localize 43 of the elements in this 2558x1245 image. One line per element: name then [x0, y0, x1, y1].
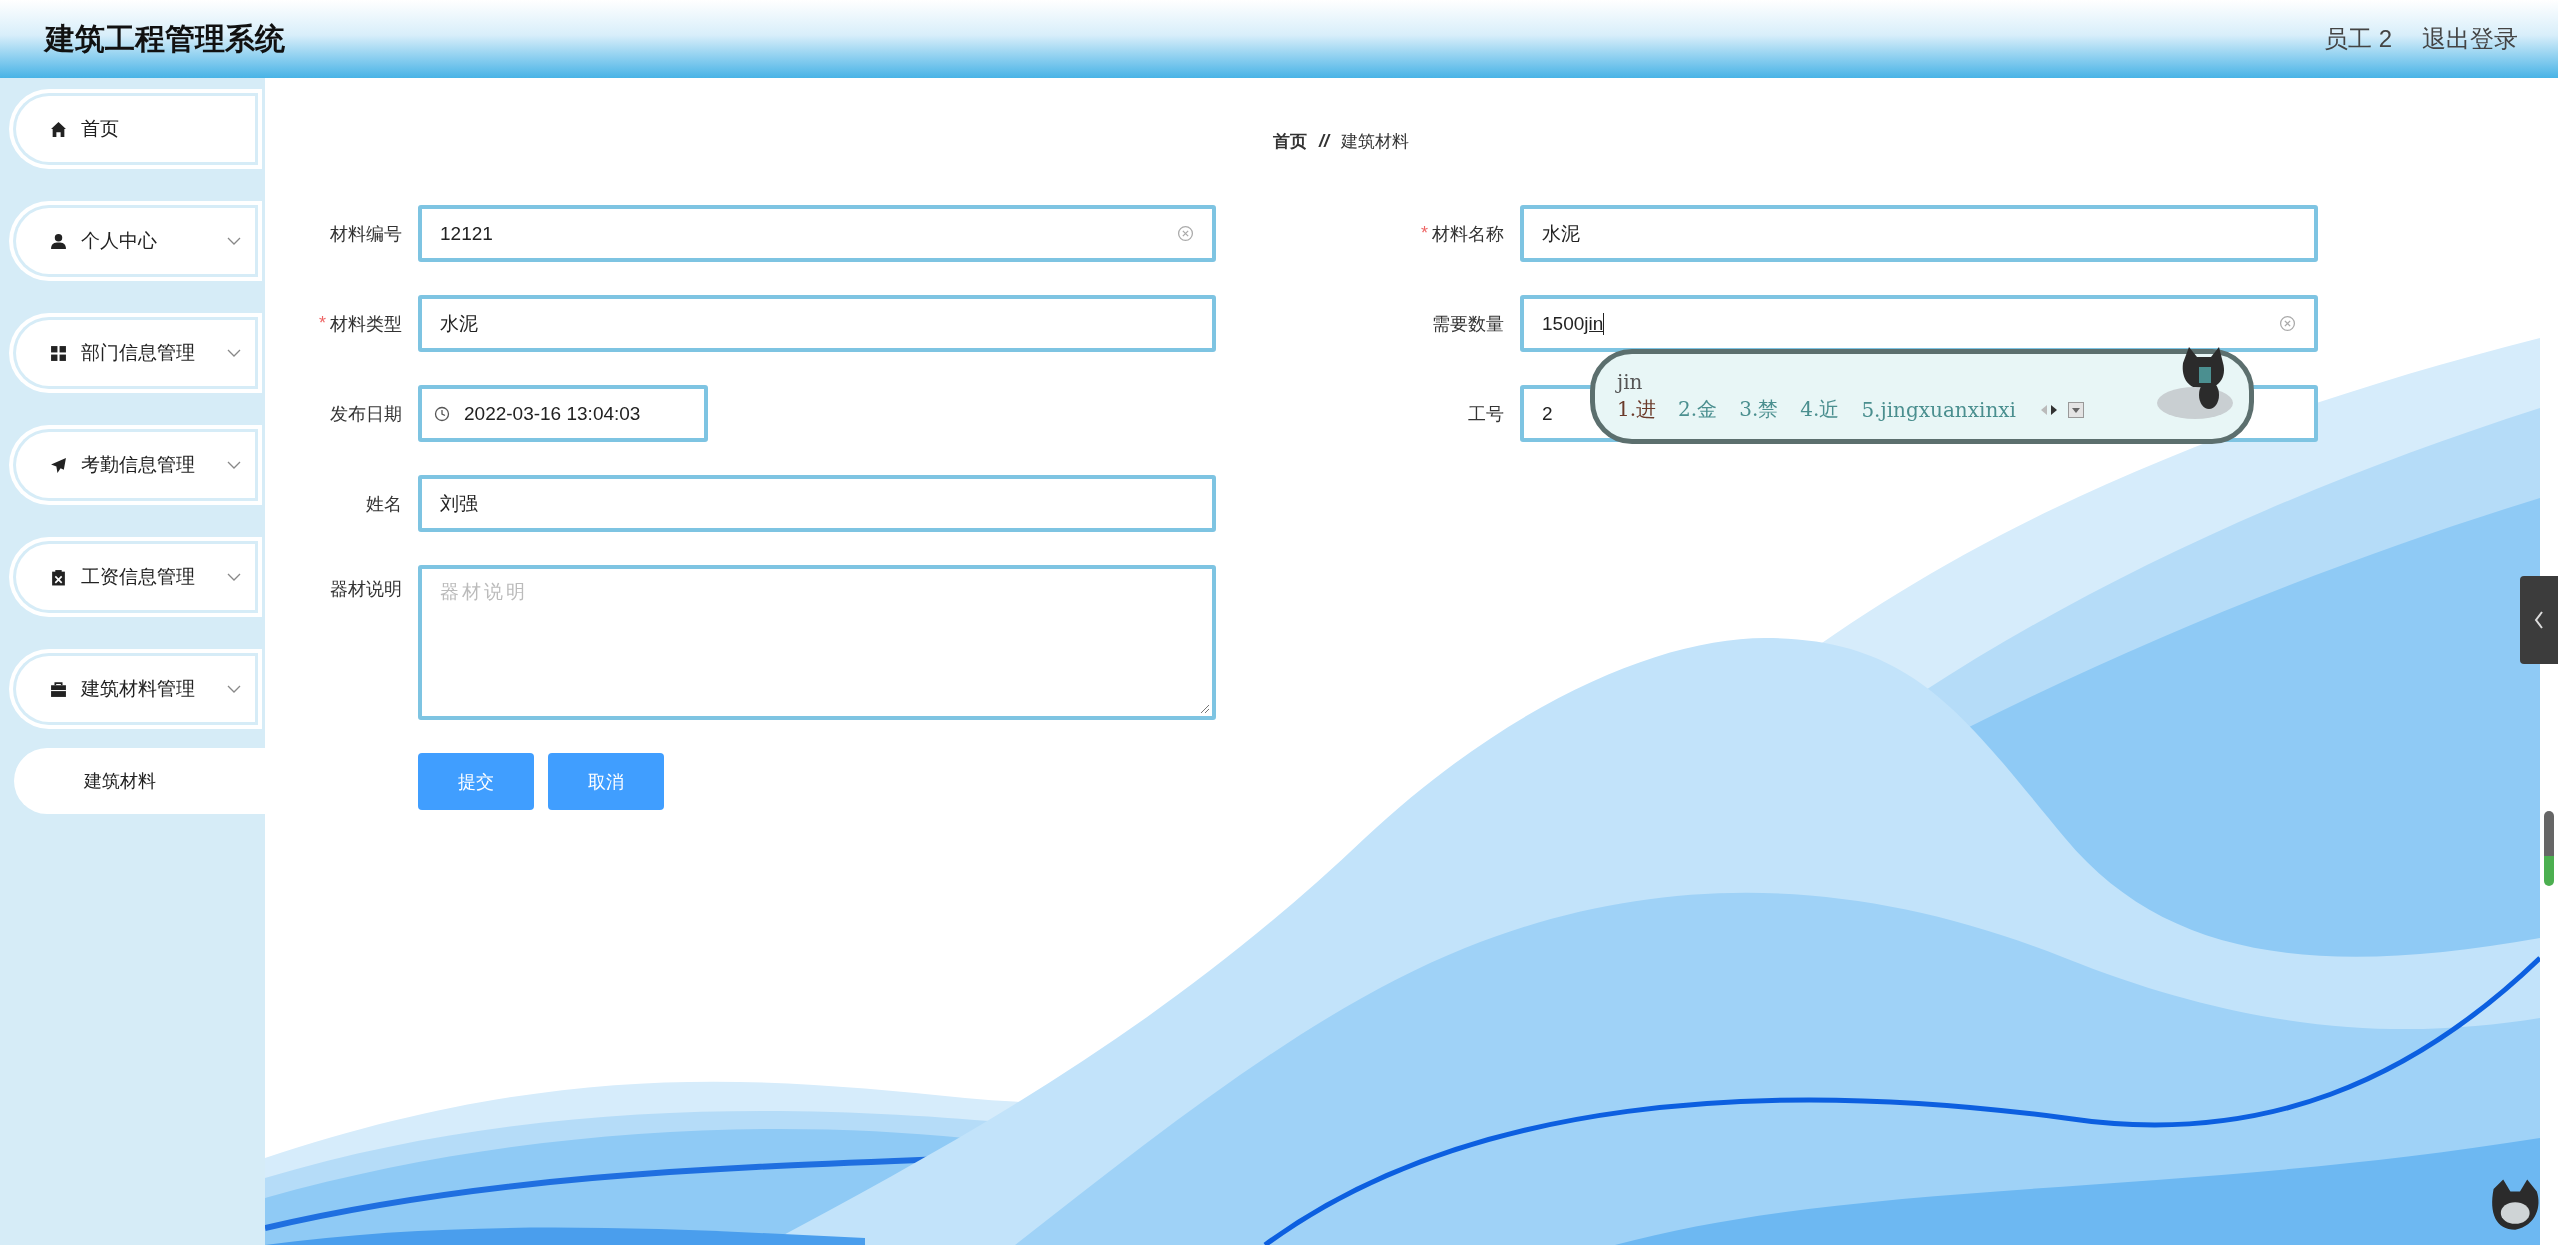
chevron-down-icon [227, 237, 241, 245]
field-label: 姓名 [366, 492, 402, 516]
grid-icon [50, 344, 67, 362]
chevron-down-icon [227, 349, 241, 357]
chevron-down-icon [227, 573, 241, 581]
chevron-down-icon [227, 685, 241, 693]
required-mark: * [1421, 223, 1428, 244]
breadcrumb-item[interactable]: 建筑材料 [1341, 129, 1409, 153]
input-field[interactable]: 12121 [418, 205, 1216, 262]
clear-icon [2279, 315, 2296, 332]
input-field[interactable]: 水泥 [1520, 205, 2318, 262]
field-label: 材料类型 [330, 312, 402, 336]
input-field[interactable]: 水泥 [418, 295, 1216, 352]
home-icon [50, 120, 67, 138]
clipboard-icon [50, 568, 67, 586]
ime-composition: jin [1617, 370, 1644, 394]
resize-handle-icon [1200, 704, 1210, 714]
user-icon [50, 232, 67, 250]
chevron-down-icon [227, 461, 241, 469]
field-label: 器材说明 [330, 578, 402, 601]
chevron-left-icon [2534, 611, 2544, 629]
submenu-item[interactable]: 建筑材料 [14, 748, 265, 814]
dropdown-icon [2067, 401, 2084, 418]
field-label: 发布日期 [330, 402, 402, 426]
field-label: 材料编号 [330, 222, 402, 246]
date-field[interactable]: 2022-03-16 13:04:03 [418, 385, 708, 442]
field-label: 材料名称 [1432, 222, 1504, 246]
required-mark: * [319, 313, 326, 334]
breadcrumb-item[interactable]: 首页 [1273, 129, 1307, 153]
input-field[interactable]: 1500jin [1520, 295, 2318, 352]
logout-link[interactable]: 退出登录 [2422, 23, 2518, 55]
app-title: 建筑工程管理系统 [45, 20, 285, 57]
field-label: 需要数量 [1432, 312, 1504, 336]
clock-icon [434, 405, 450, 422]
clear-icon [1177, 225, 1194, 242]
breadcrumb-separator: // [1319, 130, 1329, 152]
field-label: 工号 [1468, 402, 1504, 426]
ime-candidate[interactable]: 1.进 [1617, 396, 1657, 423]
user-name: 员工 2 [2324, 24, 2392, 54]
input-field[interactable]: 刘强 [418, 475, 1216, 532]
briefcase-icon [50, 680, 67, 698]
paper-plane-icon [50, 456, 67, 474]
scrollbar[interactable] [2544, 811, 2554, 886]
